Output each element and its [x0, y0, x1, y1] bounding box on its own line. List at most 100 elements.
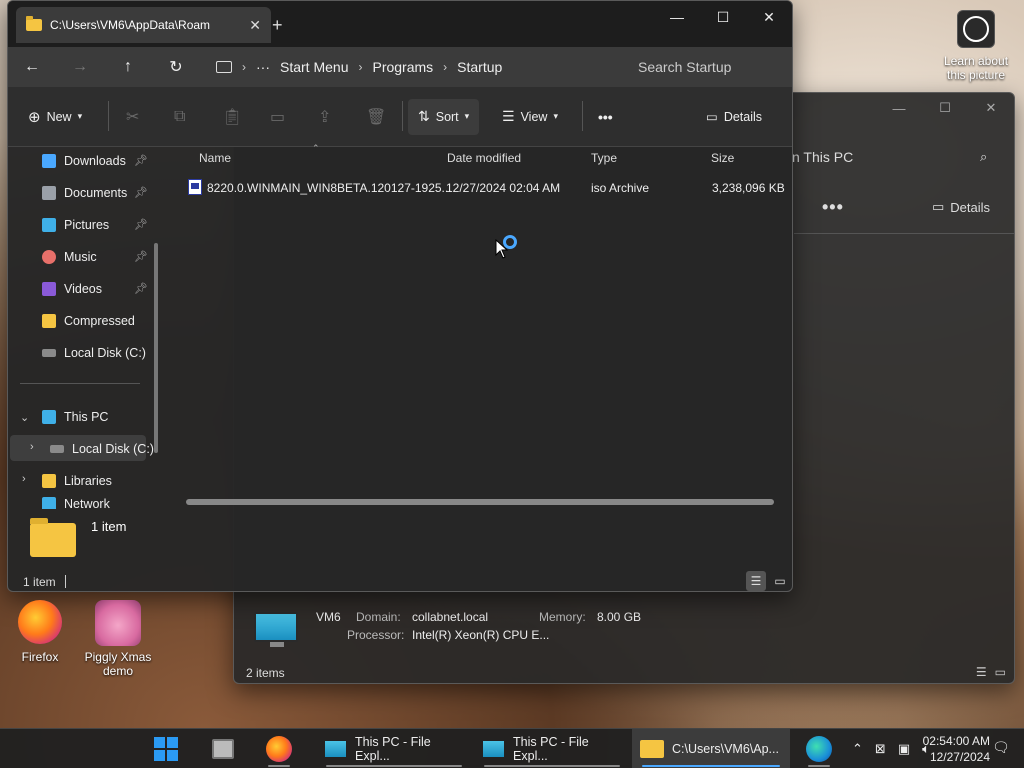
taskbar-item-explorer-active[interactable]: C:\Users\VM6\Ap...	[632, 729, 790, 768]
nav-item-this-pc[interactable]: This PC	[42, 405, 108, 429]
sort-button[interactable]: ⇅ Sort ▾	[408, 98, 480, 135]
taskbar-label: C:\Users\VM6\Ap...	[672, 742, 779, 756]
taskbar-item-this-pc-2[interactable]: This PC - File Expl...	[474, 729, 630, 768]
nav-label: Music	[64, 250, 97, 264]
details-button[interactable]: ▭ Details	[932, 199, 990, 215]
task-view-button[interactable]	[204, 729, 242, 768]
view-button[interactable]: ☰ View ▾	[502, 99, 558, 135]
nav-item-videos[interactable]: Videos	[42, 277, 102, 301]
close-button[interactable]: ✕	[746, 1, 792, 33]
share-icon[interactable]: ⇪	[318, 99, 331, 135]
back-arrow-icon[interactable]: ←	[8, 47, 56, 87]
copy-icon[interactable]: ⧉	[174, 99, 185, 135]
nav-item-local-disk-c[interactable]: Local Disk (C:)	[50, 437, 154, 461]
minimize-button[interactable]: —	[654, 1, 700, 33]
computer-icon	[216, 61, 232, 73]
display-icon[interactable]: ▣	[898, 741, 910, 757]
details-view-icon[interactable]: ☰	[746, 571, 766, 591]
address-bar: ← → ↑ ↻ › ··· Start Menu › Programs › St…	[8, 47, 792, 87]
column-header-size[interactable]: Size	[711, 151, 734, 165]
close-tab-icon[interactable]: ✕	[249, 17, 261, 34]
tiles-view-icon[interactable]: ▭	[770, 571, 790, 591]
maximize-button[interactable]: ☐	[922, 93, 968, 123]
nav-item-music[interactable]: Music	[42, 245, 97, 269]
search-input[interactable]: Search Startup	[626, 51, 786, 83]
nav-item-downloads[interactable]: Downloads	[42, 149, 126, 173]
sort-icon: ⇅	[418, 108, 430, 124]
taskbar-firefox[interactable]	[258, 729, 300, 768]
memory-value: 8.00 GB	[597, 610, 642, 624]
explorer-window[interactable]: C:\Users\VM6\AppData\Roam ✕ + — ☐ ✕ ← → …	[7, 0, 793, 592]
column-header-date[interactable]: Date modified	[447, 151, 521, 165]
desktop-icon-piggly[interactable]: Piggly Xmas demo	[82, 600, 154, 678]
computer-name: VM6	[316, 610, 341, 624]
chevron-right-icon[interactable]: ›	[30, 441, 34, 453]
search-box[interactable]: n This PC	[792, 149, 853, 165]
nav-item-compressed[interactable]: Compressed	[42, 309, 135, 333]
drive-icon	[50, 445, 64, 453]
file-date: 12/27/2024 02:04 AM	[446, 181, 561, 195]
horizontal-scrollbar[interactable]	[186, 499, 774, 505]
taskbar-item-this-pc-1[interactable]: This PC - File Expl...	[316, 729, 472, 768]
clock-date: 12/27/2024	[929, 750, 990, 764]
divider	[65, 575, 66, 588]
network-icon[interactable]: ⊠	[875, 741, 886, 757]
breadcrumb-startup[interactable]: Startup	[457, 59, 502, 75]
nav-label: Downloads	[64, 154, 126, 168]
divider	[582, 101, 583, 131]
more-options-button[interactable]: •••	[598, 99, 613, 135]
divider	[794, 233, 1014, 234]
close-button[interactable]: ✕	[968, 93, 1014, 123]
paste-icon[interactable]: 📋︎	[222, 99, 242, 135]
nav-item-libraries[interactable]: Libraries	[42, 469, 112, 493]
tab-startup[interactable]: C:\Users\VM6\AppData\Roam ✕	[16, 7, 271, 43]
chevron-right-icon[interactable]: ›	[22, 473, 26, 485]
taskbar-edge[interactable]	[798, 729, 840, 768]
maximize-button[interactable]: ☐	[700, 1, 746, 33]
delete-icon[interactable]: 🗑︎	[366, 99, 386, 135]
nav-item-network[interactable]: Network	[42, 497, 110, 509]
divider	[108, 101, 109, 131]
nav-label: Libraries	[64, 474, 112, 488]
nav-label: Documents	[64, 186, 128, 200]
clock[interactable]: 02:54:00 AM 12/27/2024	[918, 733, 990, 765]
computer-icon	[42, 410, 56, 424]
up-arrow-icon[interactable]: ↑	[104, 47, 152, 87]
plus-circle-icon: ⊕	[28, 108, 41, 126]
learn-about-picture-label: Learn about this picture	[943, 54, 1009, 82]
notification-icon[interactable]: 🗨︎	[992, 739, 1010, 756]
breadcrumb-overflow[interactable]: ···	[256, 59, 270, 75]
new-button[interactable]: ⊕ New ▾	[28, 99, 82, 135]
minimize-button[interactable]: —	[876, 93, 922, 123]
nav-item-documents[interactable]: Documents	[42, 181, 127, 205]
refresh-icon[interactable]: ↻	[152, 47, 200, 87]
nav-item-local-disk[interactable]: Local Disk (C:)	[42, 341, 146, 365]
chevron-up-icon[interactable]: ⌃	[852, 741, 863, 757]
network-icon	[42, 497, 56, 509]
sort-label: Sort	[435, 109, 459, 124]
domain-value: collabnet.local	[412, 610, 489, 624]
start-button[interactable]	[146, 729, 186, 768]
new-tab-button[interactable]: +	[272, 15, 283, 36]
breadcrumb[interactable]: › ··· Start Menu › Programs › Startup	[216, 47, 502, 87]
cut-icon[interactable]: ✂	[126, 99, 139, 135]
tiles-view-icon[interactable]: ▭	[995, 665, 1006, 679]
firefox-icon	[266, 736, 292, 762]
desktop-icon-firefox[interactable]: Firefox	[10, 600, 70, 664]
learn-about-picture-icon[interactable]: Learn about this picture	[938, 10, 1014, 82]
details-button[interactable]: ▭ Details	[706, 99, 762, 135]
table-row[interactable]: 8220.0.WINMAIN_WIN8BETA.120127-1925... 1…	[178, 175, 790, 201]
breadcrumb-programs[interactable]: Programs	[372, 59, 433, 75]
forward-arrow-icon[interactable]: →	[56, 47, 104, 87]
pin-icon: 📌︎	[134, 155, 148, 167]
more-options-button[interactable]: •••	[822, 197, 844, 218]
chevron-down-icon[interactable]: ⌄	[20, 411, 29, 424]
scrollbar[interactable]	[154, 243, 158, 453]
column-header-name[interactable]: Name	[199, 151, 231, 165]
column-header-type[interactable]: Type	[591, 151, 617, 165]
nav-item-pictures[interactable]: Pictures	[42, 213, 109, 237]
rename-icon[interactable]: ▭	[270, 99, 285, 135]
details-view-icon[interactable]: ☰	[976, 665, 987, 679]
pin-icon: 📌︎	[134, 187, 148, 199]
breadcrumb-start-menu[interactable]: Start Menu	[280, 59, 348, 75]
